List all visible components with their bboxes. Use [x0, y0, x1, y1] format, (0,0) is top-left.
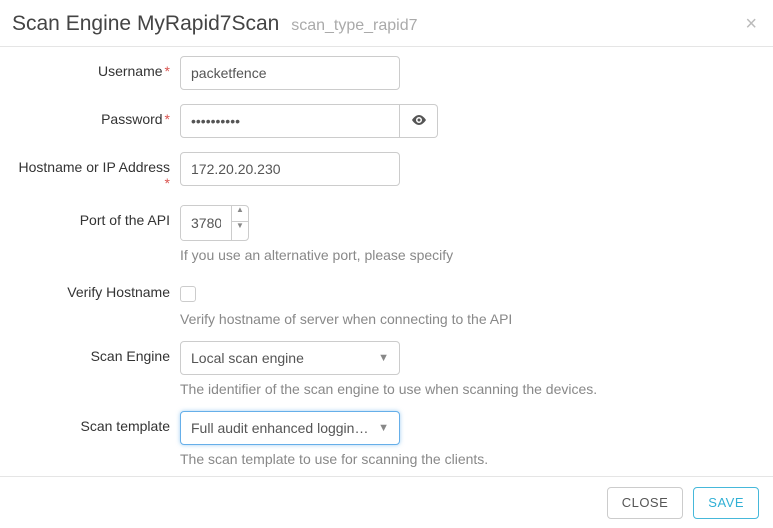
modal-title: Scan Engine MyRapid7Scan scan_type_rapid… — [12, 12, 418, 36]
engine-help: The identifier of the scan engine to use… — [180, 381, 763, 397]
port-step-up[interactable]: ▲ — [232, 206, 248, 222]
engine-label: Scan Engine — [0, 341, 180, 364]
title-prefix: Scan Engine — [12, 12, 131, 35]
template-select[interactable]: Full audit enhanced loggin… ▼ — [180, 411, 400, 445]
password-input[interactable] — [180, 104, 400, 138]
close-icon[interactable]: × — [745, 13, 757, 36]
port-label: Port of the API — [0, 205, 180, 228]
title-name: MyRapid7Scan — [137, 12, 279, 35]
username-input[interactable] — [180, 56, 400, 90]
port-step-down[interactable]: ▼ — [232, 222, 248, 238]
modal-body: Username* Password* Hostname or IP Addre… — [0, 42, 773, 476]
template-help: The scan template to use for scanning th… — [180, 451, 763, 467]
chevron-down-icon: ▼ — [378, 422, 389, 434]
modal-footer: CLOSE SAVE — [0, 476, 773, 528]
username-label: Username* — [0, 56, 180, 79]
chevron-down-icon: ▼ — [378, 352, 389, 364]
close-button[interactable]: CLOSE — [607, 487, 684, 519]
verify-label: Verify Hostname — [0, 277, 180, 300]
port-input[interactable] — [181, 206, 231, 240]
host-input[interactable] — [180, 152, 400, 186]
engine-select[interactable]: Local scan engine ▼ — [180, 341, 400, 375]
password-label: Password* — [0, 104, 180, 127]
template-label: Scan template — [0, 411, 180, 434]
host-label: Hostname or IP Address* — [0, 152, 180, 191]
verify-checkbox[interactable] — [180, 286, 196, 302]
save-button[interactable]: SAVE — [693, 487, 759, 519]
show-password-button[interactable] — [400, 104, 438, 138]
eye-icon — [411, 112, 427, 131]
port-help: If you use an alternative port, please s… — [180, 247, 763, 263]
verify-help: Verify hostname of server when connectin… — [180, 311, 763, 327]
title-subtitle: scan_type_rapid7 — [291, 17, 417, 34]
